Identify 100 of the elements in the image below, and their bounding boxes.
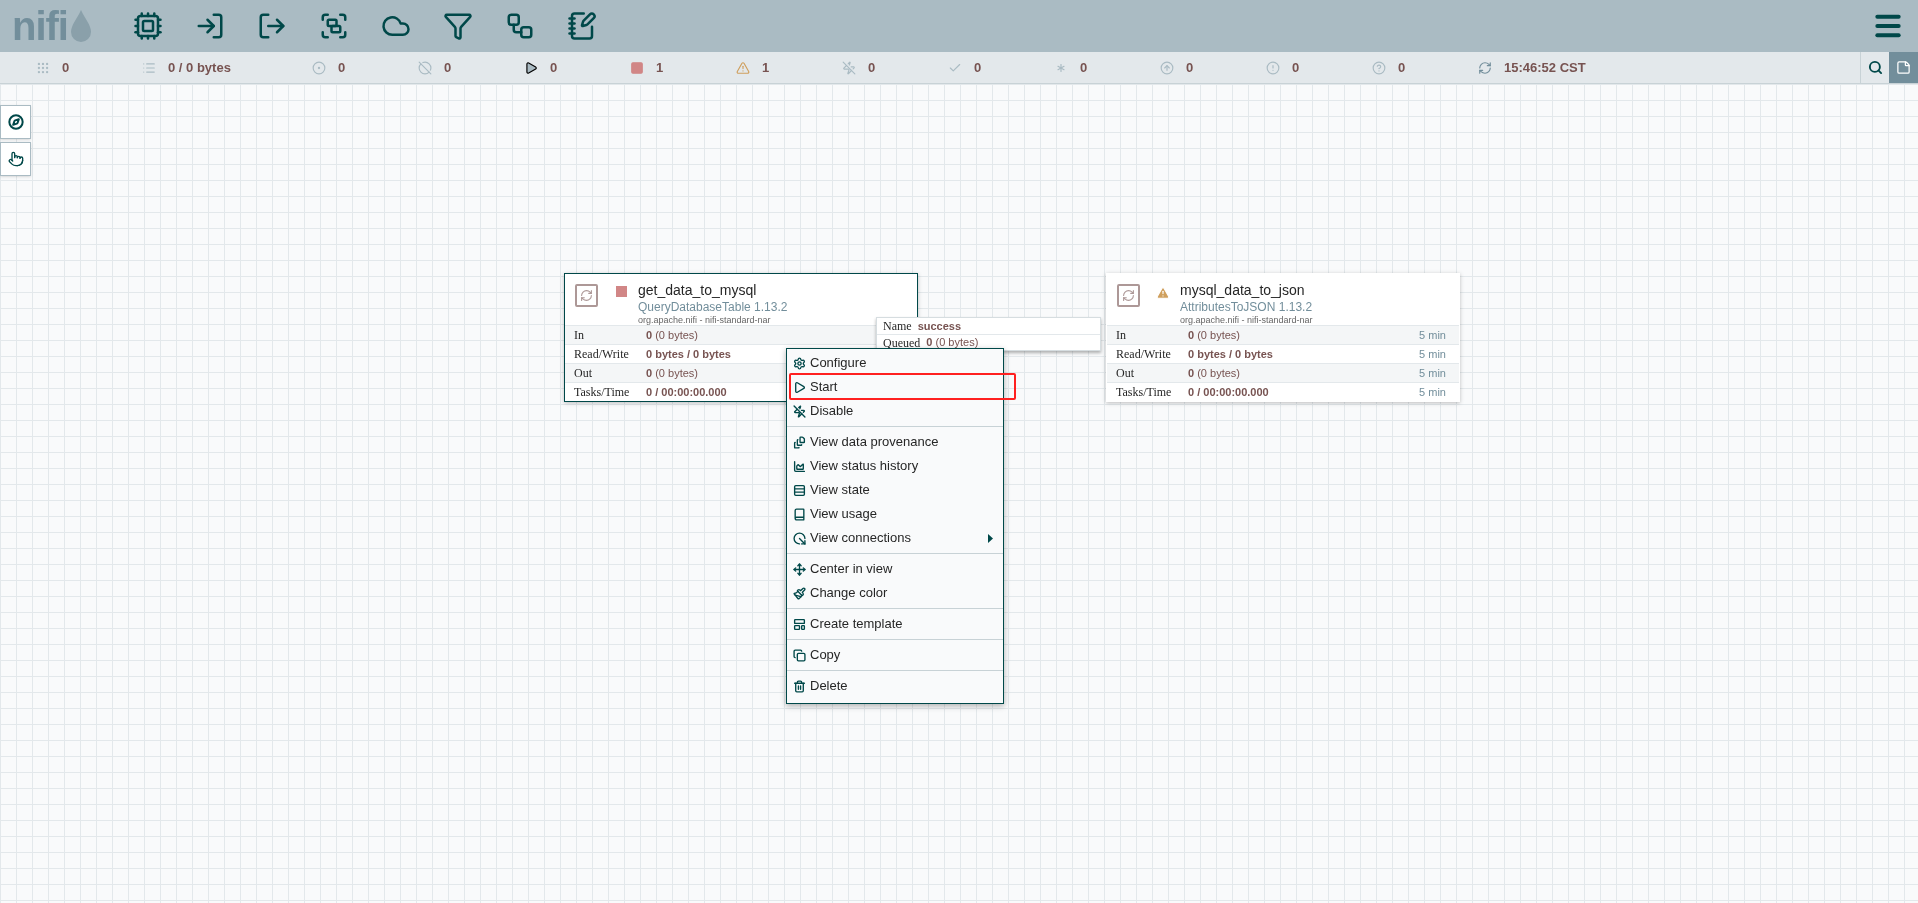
menu-label: Delete [810, 677, 848, 696]
processor-name: get_data_to_mysql [638, 282, 758, 300]
dots-grid-icon [36, 60, 50, 75]
logo-text: nifi [12, 6, 68, 46]
circle-slash-icon [418, 60, 432, 75]
stack-icon [793, 435, 806, 449]
status-count: 1 [762, 58, 770, 77]
menu-label: View status history [810, 457, 919, 476]
processor-name: mysql_data_to_json [1180, 282, 1306, 300]
stat-label: Tasks/Time [1116, 384, 1173, 401]
area-chart-icon [793, 459, 806, 473]
status-count: 0 / 0 bytes [168, 58, 231, 77]
status-count: 0 [62, 58, 70, 77]
status-count: 0 [444, 58, 452, 77]
stat-time: 5 min [1419, 384, 1447, 400]
rows-icon [793, 483, 806, 497]
search-icon [1867, 60, 1883, 75]
menu-item[interactable]: Disable [787, 399, 1003, 423]
menu-label: View state [810, 481, 870, 500]
menu-item[interactable]: View state [787, 478, 1003, 502]
processor-type: QueryDatabaseTable 1.13.2 [638, 299, 788, 315]
compass-icon [7, 114, 24, 130]
processor-card[interactable]: mysql_data_to_json AttributesToJSON 1.13.2 org.apache.nifi - nifi-standard-nar In 0 (0 bytes) 5 min Read/Write 0 bytes / 0 bytes 5 min Out 0 (0 bytes) 5 min Tasks/Time 0 / 00:00:00.000 5 min [1106, 273, 1460, 402]
list-icon [142, 60, 156, 75]
stat-label: Out [574, 365, 593, 382]
stat-time: 5 min [1419, 327, 1447, 343]
circle-arrow-icon [793, 531, 806, 545]
stat-value: 0 / 00:00:00.000 [1188, 384, 1269, 400]
stat-label: Tasks/Time [574, 384, 631, 401]
menu-item[interactable]: Change color [787, 581, 1003, 605]
menu-item[interactable]: Copy [787, 643, 1003, 667]
menu-label: Start [810, 378, 838, 397]
gear-icon [793, 356, 806, 370]
menu-label: View data provenance [810, 433, 939, 452]
stat-value: 0 (0 bytes) [646, 365, 698, 381]
menu-item[interactable]: View status history [787, 454, 1003, 478]
disabled-icon [842, 60, 856, 75]
warning-icon [736, 60, 750, 75]
menu-item[interactable]: View data provenance [787, 430, 1003, 454]
stop-icon [630, 60, 644, 75]
stat-label: Out [1116, 365, 1135, 382]
alert-icon [1266, 60, 1280, 75]
processor-icon [575, 284, 598, 307]
processor-bundle: org.apache.nifi - nifi-standard-nar [1180, 314, 1313, 326]
menu-label: Create template [810, 615, 903, 634]
tooltip-label: Name [883, 318, 912, 335]
stat-label: Read/Write [1116, 346, 1172, 363]
status-count: 0 [1080, 58, 1088, 77]
navigate-button[interactable] [0, 105, 31, 139]
brush-icon [793, 586, 806, 600]
stat-label: In [1116, 327, 1127, 344]
play-icon [524, 60, 538, 75]
funnel-icon [443, 11, 473, 41]
stat-label: Read/Write [574, 346, 630, 363]
menu-item[interactable]: View connections [787, 526, 1003, 550]
stat-value: 0 (0 bytes) [1188, 327, 1240, 343]
tooltip-label: Queued [883, 334, 921, 352]
menu-label: Change color [810, 584, 888, 603]
question-icon [1372, 60, 1386, 75]
menu-label: Center in view [810, 560, 893, 579]
flow-icon [505, 11, 535, 41]
stat-value: 0 / 00:00:00.000 [646, 384, 727, 400]
menu-label: View connections [810, 529, 911, 548]
note-pen-icon [567, 11, 597, 41]
template-icon [793, 617, 806, 631]
menu-item[interactable]: Delete [787, 674, 1003, 698]
operate-button[interactable] [0, 142, 31, 176]
menu-item[interactable]: Center in view [787, 557, 1003, 581]
caret-icon [988, 533, 993, 543]
stat-value: 0 bytes / 0 bytes [646, 346, 731, 362]
processor-type: AttributesToJSON 1.13.2 [1180, 299, 1313, 315]
book-icon [793, 507, 806, 521]
stat-value: 0 (0 bytes) [646, 327, 698, 343]
menu-item[interactable]: View usage [787, 502, 1003, 526]
status-count: 0 [338, 58, 346, 77]
refresh-icon [1478, 60, 1492, 75]
trash-icon [793, 679, 806, 693]
tooltip-value: 0 (0 bytes) [926, 335, 979, 351]
menu-item[interactable]: Create template [787, 612, 1003, 636]
menu-label: Copy [810, 646, 841, 665]
status-count: 15:46:52 CST [1504, 58, 1586, 77]
target-icon [312, 60, 326, 75]
status-count: 0 [1292, 58, 1300, 77]
status-count: 0 [974, 58, 982, 77]
status-count: 0 [550, 58, 558, 77]
menu-label: View usage [810, 505, 877, 524]
chip-icon [133, 11, 163, 41]
status-count: 0 [1398, 58, 1406, 77]
processor-bundle: org.apache.nifi - nifi-standard-nar [638, 314, 772, 326]
disabled-icon [793, 404, 806, 418]
tooltip-value: success [917, 318, 962, 334]
play-icon [793, 380, 806, 394]
stat-time: 5 min [1419, 346, 1447, 362]
note-icon [1896, 60, 1911, 75]
copy-icon [793, 648, 806, 662]
menu-label: Configure [810, 354, 867, 373]
stat-value: 0 bytes / 0 bytes [1188, 346, 1273, 362]
stat-value: 0 (0 bytes) [1188, 365, 1240, 381]
group-icon [319, 11, 349, 41]
move-icon [793, 562, 806, 576]
